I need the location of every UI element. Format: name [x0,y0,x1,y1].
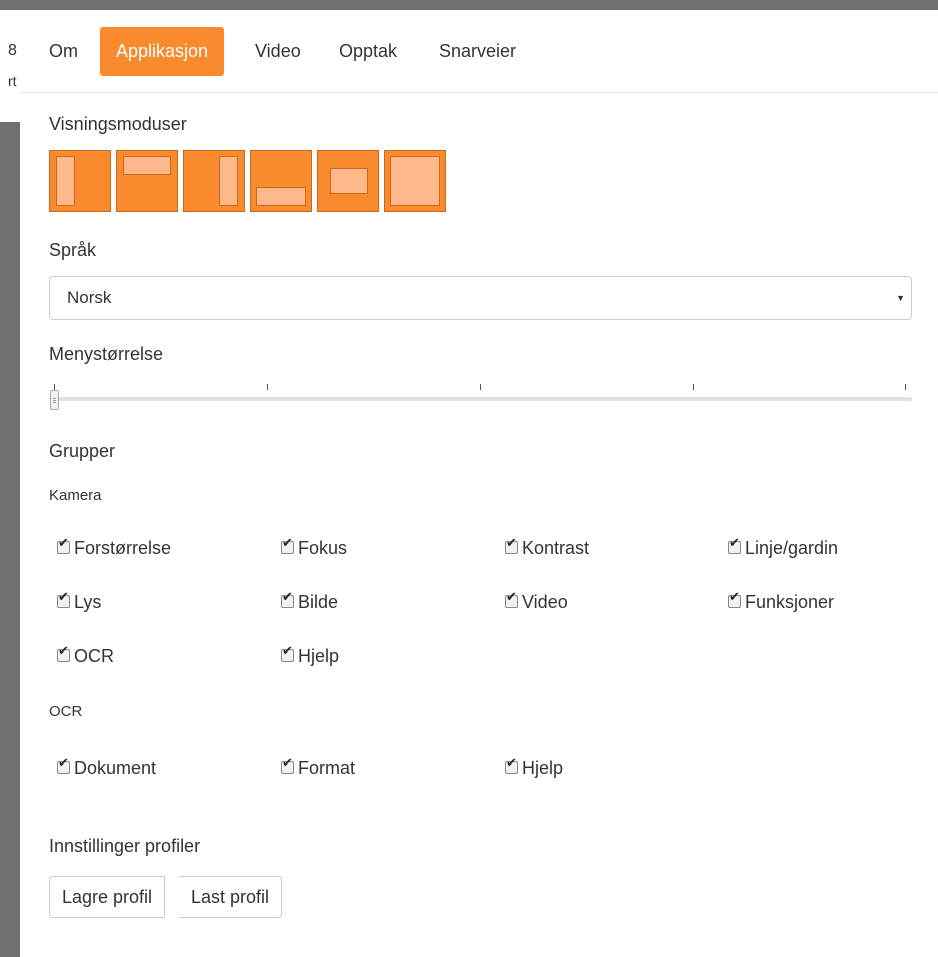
check-icon: ✔ [729,589,740,605]
checkbox-label: Format [298,758,356,778]
settings-dialog: Om Applikasjon Video Opptak Snarveier Vi… [20,10,938,957]
tab-opptak[interactable]: Opptak [323,27,413,76]
check-icon: ✔ [729,535,740,551]
tab-applikasjon[interactable]: Applikasjon [100,27,225,76]
tab-om[interactable]: Om [33,27,94,76]
groups-title: Grupper [49,441,116,461]
checkbox-kontrast[interactable]: ✔ Kontrast [505,536,590,559]
checkbox-box[interactable]: ✔ [57,590,70,608]
check-icon: ✔ [58,535,69,551]
background-text: 8 [8,42,17,59]
checkbox-box[interactable]: ✔ [57,536,70,554]
fullscreen-icon[interactable] [384,150,446,212]
background-text: rt [8,73,17,89]
menu-size-slider[interactable] [49,382,912,412]
checkbox-label: Forstørrelse [74,538,172,558]
checkbox-box[interactable]: ✔ [57,756,70,774]
split-bottom-icon[interactable] [250,150,312,212]
check-icon: ✔ [282,643,293,659]
checkbox-label: Lys [74,592,102,612]
checkbox-video[interactable]: ✔ Video [505,590,568,613]
checkbox-lys[interactable]: ✔ Lys [57,590,102,613]
checkbox-box[interactable]: ✔ [728,536,741,554]
checkbox-box[interactable]: ✔ [281,536,294,554]
slider-tick [267,384,268,390]
checkbox-box[interactable]: ✔ [281,644,294,662]
check-icon: ✔ [58,643,69,659]
checkbox-box[interactable]: ✔ [505,756,518,774]
checkbox-ocr[interactable]: ✔ OCR [57,644,114,667]
language-title: Språk [49,240,97,260]
checkbox-label: Dokument [74,758,157,778]
tab-snarveier[interactable]: Snarveier [423,27,532,76]
language-selected-value: Norsk [67,288,112,307]
slider-tick [480,384,481,390]
slider-track[interactable] [49,397,912,401]
checkbox-label: Hjelp [298,646,340,666]
menu-size-title: Menystørrelse [49,344,164,364]
checkbox-label: Fokus [298,538,348,558]
check-icon: ✔ [58,755,69,771]
split-left-icon[interactable] [49,150,111,212]
checkbox-hjelp[interactable]: ✔ Hjelp [281,644,340,667]
checkbox-forstorrelse[interactable]: ✔ Forstørrelse [57,536,172,559]
checkbox-ocr-hjelp[interactable]: ✔ Hjelp [505,756,564,779]
check-icon: ✔ [506,535,517,551]
profiles-title: Innstillinger profiler [49,836,201,856]
checkbox-label: OCR [74,646,114,666]
picture-in-picture-icon[interactable] [317,150,379,212]
checkbox-label: Bilde [298,592,339,612]
settings-tabs: Om Applikasjon Video Opptak Snarveier [20,10,938,93]
checkbox-dokument[interactable]: ✔ Dokument [57,756,157,779]
checkbox-label: Video [522,592,568,612]
ocr-group-title: OCR [49,703,83,720]
tab-video[interactable]: Video [239,27,317,76]
checkbox-box[interactable]: ✔ [281,590,294,608]
checkbox-label: Hjelp [522,758,564,778]
checkbox-format[interactable]: ✔ Format [281,756,356,779]
split-right-icon[interactable] [183,150,245,212]
check-icon: ✔ [506,589,517,605]
checkbox-label: Funksjoner [745,592,835,612]
checkbox-box[interactable]: ✔ [57,644,70,662]
checkbox-label: Kontrast [522,538,590,558]
checkbox-funksjoner[interactable]: ✔ Funksjoner [728,590,835,613]
checkbox-bilde[interactable]: ✔ Bilde [281,590,339,613]
checkbox-box[interactable]: ✔ [505,536,518,554]
save-profile-button[interactable]: Lagre profil [49,876,166,918]
language-select[interactable]: Norsk ▼ [49,276,912,320]
check-icon: ✔ [282,589,293,605]
checkbox-linje-gardin[interactable]: ✔ Linje/gardin [728,536,839,559]
check-icon: ✔ [506,755,517,771]
check-icon: ✔ [282,755,293,771]
slider-tick [693,384,694,390]
checkbox-label: Linje/gardin [745,538,839,558]
check-icon: ✔ [282,535,293,551]
load-profile-button[interactable]: Last profil [179,876,283,918]
checkbox-box[interactable]: ✔ [281,756,294,774]
background-page: 8 rt [0,10,20,122]
checkbox-fokus[interactable]: ✔ Fokus [281,536,348,559]
checkbox-box[interactable]: ✔ [728,590,741,608]
slider-handle[interactable] [50,390,59,410]
check-icon: ✔ [58,589,69,605]
camera-group-title: Kamera [49,487,102,504]
split-top-icon[interactable] [116,150,178,212]
chevron-down-icon: ▼ [896,293,905,303]
display-modes-title: Visningsmoduser [49,114,187,134]
slider-tick [905,384,906,390]
checkbox-box[interactable]: ✔ [505,590,518,608]
